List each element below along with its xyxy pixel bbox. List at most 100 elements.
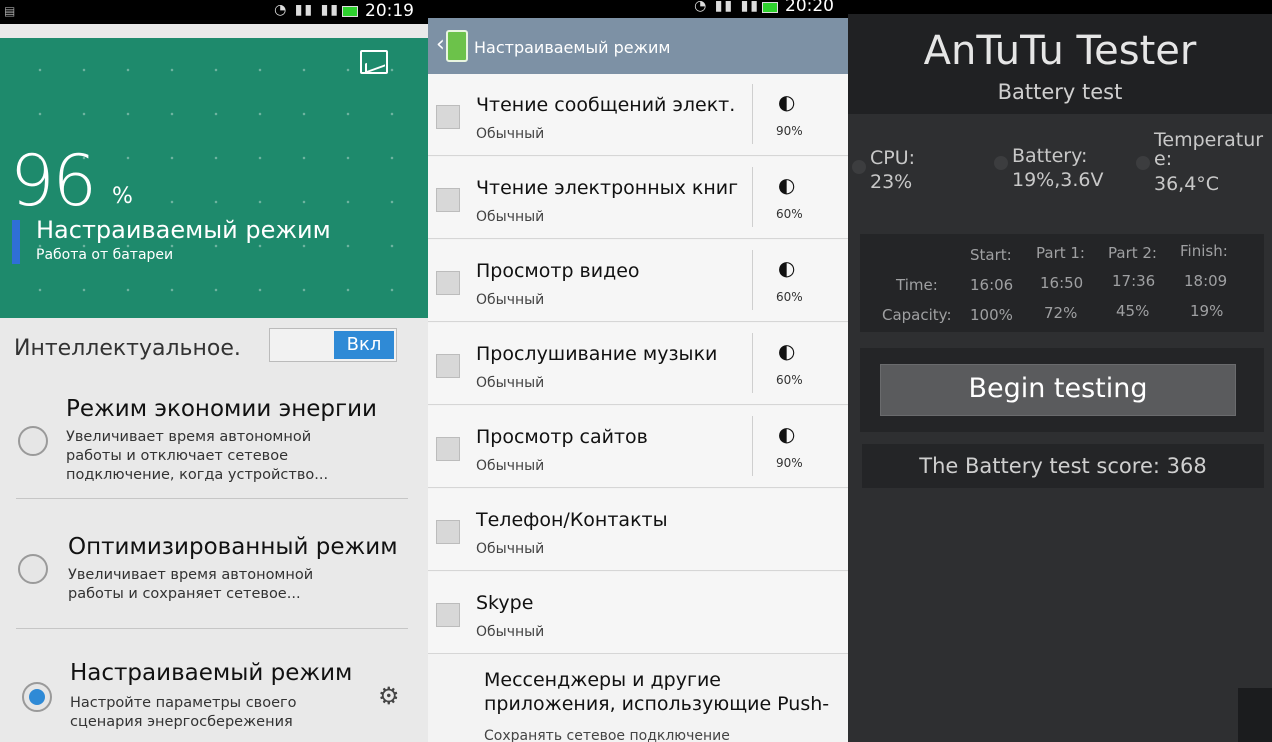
- brightness-icon[interactable]: ◐: [778, 422, 795, 446]
- battery-stat: Battery: 19%,3.6V: [1012, 144, 1103, 192]
- results-table: Start: Part 1: Part 2: Finish: Time: 16:…: [860, 234, 1264, 332]
- mode-custom[interactable]: Настраиваемый режим Настройте параметры …: [0, 656, 428, 742]
- brightness-value: 60%: [776, 373, 803, 387]
- mode-description: Увеличивает время автономной работы и от…: [66, 429, 329, 483]
- status-bar: ◔ ▮▮ ▮▮ 20:20: [428, 0, 848, 18]
- back-icon[interactable]: ‹: [436, 32, 445, 57]
- app-mode: Обычный: [476, 209, 545, 225]
- app-name: Просмотр видео: [476, 260, 640, 282]
- app-mode: Обычный: [476, 292, 545, 308]
- divider: [752, 333, 753, 393]
- battery-icon: [342, 6, 358, 17]
- brightness-icon[interactable]: ◐: [778, 173, 795, 197]
- app-name: Skype: [476, 592, 534, 614]
- row-label-time: Time:: [896, 276, 938, 294]
- divider: [752, 167, 753, 227]
- col-header: Part 1:: [1036, 244, 1085, 262]
- current-mode-subtitle: Работа от батареи: [36, 247, 174, 263]
- app-name: Просмотр сайтов: [476, 426, 648, 448]
- brightness-icon[interactable]: ◐: [778, 90, 795, 114]
- app-mode: Обычный: [476, 375, 545, 391]
- battery-icon: [762, 2, 778, 13]
- cpu-label: CPU:: [870, 147, 916, 169]
- app-mode: Обычный: [476, 541, 545, 557]
- mode-title: Оптимизированный режим: [68, 534, 398, 560]
- time-cell: 16:06: [970, 276, 1014, 294]
- notification-icon: ▤: [4, 4, 16, 18]
- list-item[interactable]: Просмотр сайтов Обычный ◐ 90%: [428, 406, 848, 488]
- brightness-value: 90%: [776, 124, 803, 138]
- app-title: AnTuTu Tester: [923, 28, 1197, 74]
- mode-optimized[interactable]: Оптимизированный режим Увеличивает время…: [0, 528, 428, 628]
- header-title: Настраиваемый режим: [474, 38, 671, 57]
- app-name: Телефон/Контакты: [476, 509, 668, 531]
- battery-value: 19%,3.6V: [1012, 169, 1104, 191]
- time-cell: 16:50: [1040, 274, 1084, 292]
- app-name: Чтение сообщений элект.: [476, 94, 736, 116]
- row-label-capacity: Capacity:: [882, 306, 952, 324]
- divider: [752, 416, 753, 476]
- begin-testing-button[interactable]: Begin testing: [880, 364, 1236, 416]
- brightness-icon[interactable]: ◐: [778, 339, 795, 363]
- time-cell: 17:36: [1112, 272, 1156, 290]
- power-saver-screen: ▤ ◔ ▮▮ ▮▮ 20:19 96 % Настраиваемый режим…: [0, 0, 428, 742]
- battery-label: Battery:: [1012, 145, 1088, 167]
- app-subtitle: Battery test: [997, 80, 1123, 104]
- col-header: Finish:: [1180, 242, 1228, 260]
- overflow-menu-icon[interactable]: [1238, 688, 1272, 742]
- checkbox[interactable]: [436, 188, 460, 212]
- app-name: Прослушивание музыки: [476, 343, 718, 365]
- signal-icons: ◔ ▮▮ ▮▮: [694, 0, 760, 14]
- col-header: Part 2:: [1108, 244, 1157, 262]
- checkbox[interactable]: [436, 437, 460, 461]
- radio-button[interactable]: [18, 554, 48, 584]
- status-time: 20:19: [365, 1, 414, 21]
- gear-icon[interactable]: ⚙: [378, 682, 400, 710]
- smart-mode-toggle[interactable]: Вкл: [269, 328, 397, 362]
- temperature-dot: [1136, 156, 1150, 170]
- brightness-value: 60%: [776, 290, 803, 304]
- checkbox[interactable]: [436, 520, 460, 544]
- brightness-icon[interactable]: ◐: [778, 256, 795, 280]
- list-item[interactable]: Просмотр видео Обычный ◐ 60%: [428, 240, 848, 322]
- divider: [16, 628, 408, 629]
- divider: [752, 250, 753, 310]
- battery-app-icon: [446, 30, 468, 62]
- app-header: ‹ Настраиваемый режим: [428, 18, 848, 74]
- temperature-stat: Temperatur e: 36,4°C: [1154, 128, 1263, 196]
- list-item[interactable]: Чтение сообщений элект. Обычный ◐ 90%: [428, 74, 848, 156]
- temperature-value: 36,4°C: [1154, 173, 1220, 195]
- cpu-stat: CPU: 23%: [870, 146, 915, 194]
- brightness-value: 90%: [776, 456, 803, 470]
- app-mode: Обычный: [476, 458, 545, 474]
- capacity-cell: 100%: [970, 306, 1013, 324]
- radio-button[interactable]: [18, 426, 48, 456]
- temperature-label-cont: e:: [1154, 148, 1173, 170]
- cpu-value: 23%: [870, 171, 913, 193]
- list-item[interactable]: Телефон/Контакты Обычный: [428, 489, 848, 571]
- checkbox[interactable]: [436, 271, 460, 295]
- app-mode: Обычный: [476, 126, 545, 142]
- divider: [752, 84, 753, 144]
- toggle-on-label: Вкл: [334, 331, 394, 359]
- push-apps-item[interactable]: Мессенджеры и другие приложения, использ…: [484, 668, 844, 716]
- status-bar: [848, 0, 1272, 14]
- status-time: 20:20: [785, 0, 834, 16]
- mode-indicator-bar: [12, 220, 20, 264]
- radio-button-selected[interactable]: [22, 682, 52, 712]
- checkbox[interactable]: [436, 354, 460, 378]
- battery-percent: 96: [10, 140, 97, 222]
- chart-icon[interactable]: [360, 50, 388, 74]
- col-header: Start:: [970, 246, 1012, 264]
- app-mode: Обычный: [476, 624, 545, 640]
- mode-description: Увеличивает время автономной работы и со…: [68, 567, 314, 602]
- test-score: The Battery test score: 368: [862, 444, 1264, 488]
- list-item[interactable]: Чтение электронных книг Обычный ◐ 60%: [428, 157, 848, 239]
- brightness-value: 60%: [776, 207, 803, 221]
- checkbox[interactable]: [436, 603, 460, 627]
- list-item[interactable]: Прослушивание музыки Обычный ◐ 60%: [428, 323, 848, 405]
- checkbox[interactable]: [436, 105, 460, 129]
- custom-mode-screen: ◔ ▮▮ ▮▮ 20:20 ‹ Настраиваемый режим Чтен…: [428, 0, 848, 742]
- list-item[interactable]: Skype Обычный: [428, 572, 848, 654]
- mode-power-saving[interactable]: Режим экономии энергии Увеличивает время…: [0, 390, 428, 500]
